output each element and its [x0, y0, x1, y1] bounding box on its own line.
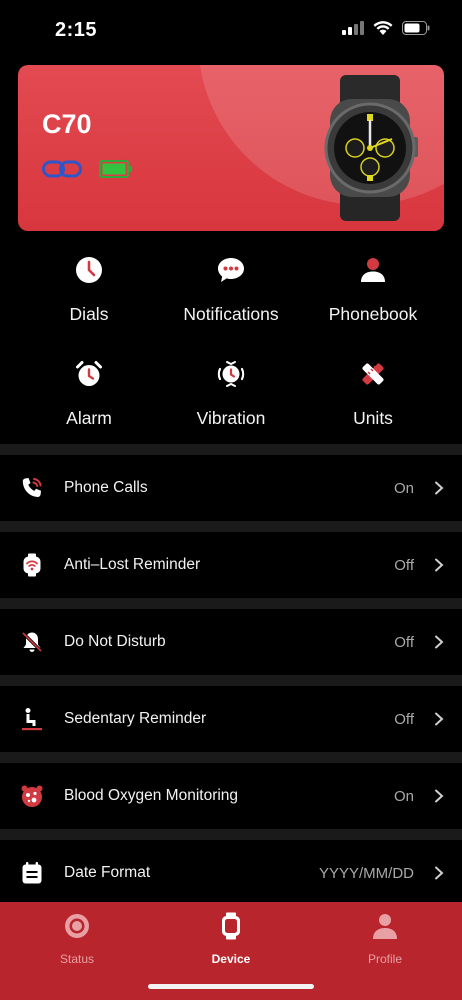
- setting-date-format[interactable]: Date Format YYYY/MM/DD: [0, 840, 462, 906]
- ruler-icon: [362, 363, 384, 385]
- setting-label: Do Not Disturb: [64, 633, 166, 650]
- setting-label: Blood Oxygen Monitoring: [64, 787, 239, 804]
- section-separator: [0, 521, 462, 532]
- vibration-icon: [217, 361, 245, 387]
- setting-anti-lost-reminder[interactable]: Anti–Lost Reminder Off: [0, 532, 462, 598]
- setting-sedentary-reminder[interactable]: Sedentary Reminder Off: [0, 686, 462, 752]
- quick-action-label: Notifications: [183, 304, 279, 324]
- quick-action-dials[interactable]: Dials: [18, 252, 160, 342]
- chevron-right-icon: [435, 712, 444, 726]
- device-card[interactable]: C70: [18, 65, 444, 231]
- bell-off-icon: [21, 631, 43, 653]
- quick-action-label: Units: [353, 408, 393, 428]
- tab-device[interactable]: Device: [154, 910, 308, 970]
- section-separator: [0, 752, 462, 763]
- status-time: 2:15: [55, 19, 98, 41]
- setting-do-not-disturb[interactable]: Do Not Disturb Off: [0, 609, 462, 675]
- person-icon: [361, 258, 385, 282]
- sitting-person-icon: [22, 708, 42, 731]
- tab-label: Profile: [367, 952, 402, 966]
- quick-action-vibration[interactable]: Vibration: [160, 356, 302, 446]
- chevron-right-icon: [435, 866, 444, 880]
- setting-label: Phone Calls: [64, 479, 148, 496]
- setting-value: Off: [394, 711, 414, 728]
- setting-value: On: [393, 480, 414, 497]
- profile-icon: [373, 914, 397, 939]
- quick-action-alarm[interactable]: Alarm: [18, 356, 160, 446]
- clock-icon: [76, 257, 102, 283]
- battery-icon: [402, 20, 430, 35]
- chevron-right-icon: [435, 789, 444, 803]
- home-indicator: [148, 984, 314, 989]
- quick-action-label: Vibration: [196, 408, 266, 428]
- watch-icon: [222, 912, 240, 940]
- status-icons: [342, 20, 430, 35]
- setting-label: Date Format: [64, 864, 151, 881]
- section-separator: [0, 598, 462, 609]
- calendar-icon: [22, 862, 42, 884]
- quick-action-phonebook[interactable]: Phonebook: [302, 252, 444, 342]
- section-separator: [0, 444, 462, 455]
- battery-full-icon: [99, 160, 132, 178]
- device-name: C70: [42, 109, 92, 139]
- quick-action-notifications[interactable]: Notifications: [160, 252, 302, 342]
- wifi-watch-icon: [23, 553, 41, 577]
- chat-bubble-icon: [218, 258, 244, 282]
- chevron-right-icon: [435, 558, 444, 572]
- link-icon: [42, 160, 82, 178]
- quick-action-label: Phonebook: [328, 304, 418, 324]
- tab-profile[interactable]: Profile: [308, 910, 462, 970]
- blood-oxygen-icon: [21, 785, 43, 807]
- quick-action-units[interactable]: Units: [302, 356, 444, 446]
- section-separator: [0, 675, 462, 686]
- status-ring-icon: [65, 914, 89, 938]
- signal-icon: [342, 20, 364, 35]
- tab-status[interactable]: Status: [0, 910, 154, 970]
- phone-icon: [22, 478, 42, 497]
- setting-blood-oxygen-monitoring[interactable]: Blood Oxygen Monitoring On: [0, 763, 462, 829]
- alarm-clock-icon: [76, 361, 102, 386]
- setting-phone-calls[interactable]: Phone Calls On: [0, 455, 462, 521]
- chevron-right-icon: [435, 481, 444, 495]
- setting-label: Anti–Lost Reminder: [64, 556, 201, 573]
- quick-action-label: Alarm: [66, 408, 112, 428]
- watch-image: [324, 75, 418, 221]
- quick-action-label: Dials: [69, 304, 109, 324]
- status-bar: 2:15: [0, 0, 462, 56]
- tab-label: Status: [59, 952, 95, 966]
- tab-label: Device: [211, 952, 251, 966]
- setting-value: YYYY/MM/DD: [318, 865, 414, 882]
- setting-value: Off: [394, 557, 414, 574]
- chevron-right-icon: [435, 635, 444, 649]
- setting-value: Off: [394, 634, 414, 651]
- setting-label: Sedentary Reminder: [64, 710, 207, 727]
- wifi-icon: [373, 21, 393, 35]
- section-separator: [0, 829, 462, 840]
- setting-value: On: [393, 788, 414, 805]
